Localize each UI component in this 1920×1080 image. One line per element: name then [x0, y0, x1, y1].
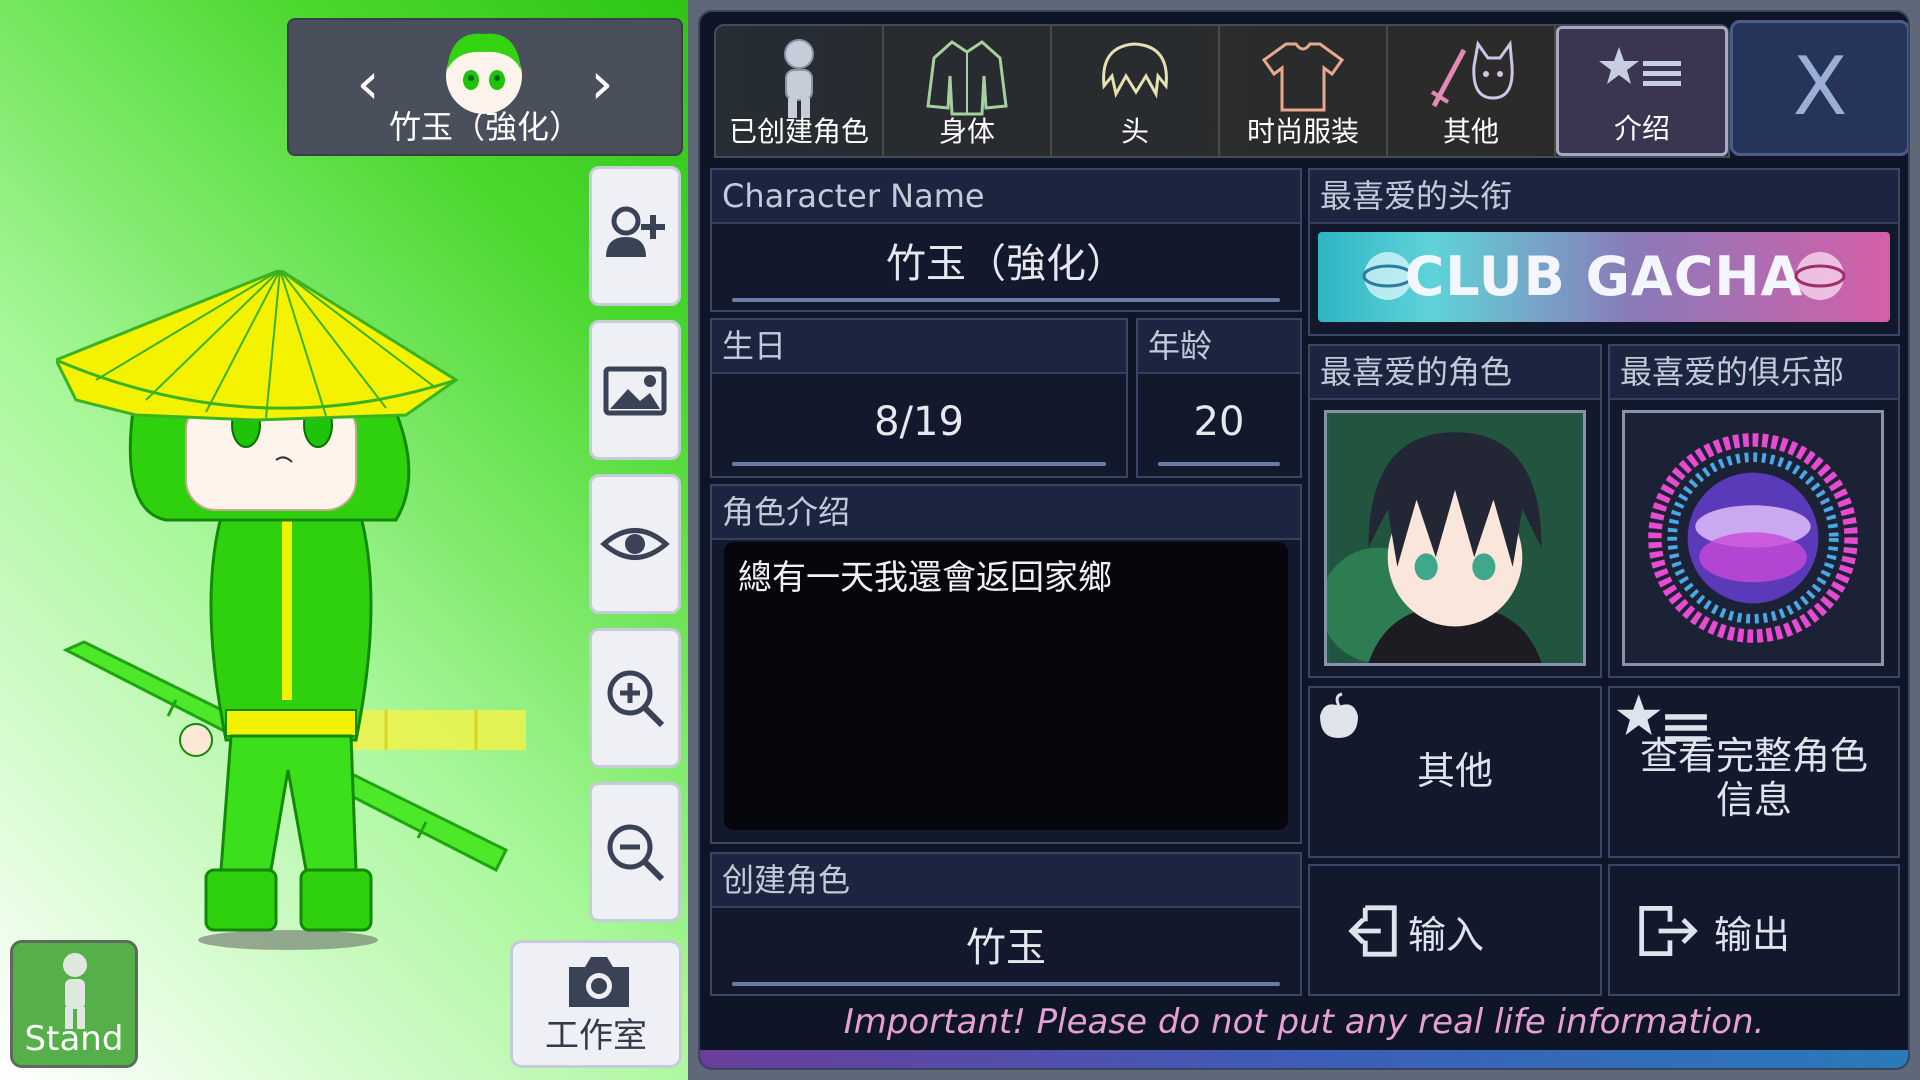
tab-label: 时尚服装 [1246, 115, 1359, 148]
full-info-label: 查看完整角色信息 [1639, 734, 1868, 822]
zoom-in-button[interactable] [589, 628, 681, 768]
close-button[interactable]: X [1730, 20, 1908, 156]
tab-head[interactable]: 头 [1052, 26, 1220, 156]
zoom-out-icon [607, 824, 665, 882]
eye-icon [600, 528, 670, 560]
character-stage: ‹ › 竹玉（強化） Stand 工作室 [0, 0, 688, 1080]
export-icon [1639, 906, 1698, 956]
character-name-input[interactable]: 竹玉（強化） [712, 224, 1300, 304]
tab-other[interactable]: 其他 [1388, 26, 1556, 156]
birthday-underline [732, 462, 1106, 466]
category-tabs: 已创建角色 身体 头 时尚服装 其他 介绍 [714, 24, 1730, 158]
person-icon [784, 39, 814, 118]
character-name-label: Character Name [712, 170, 1300, 224]
favorite-club-label: 最喜爱的俱乐部 [1610, 346, 1898, 400]
stand-pose-button[interactable]: Stand [10, 940, 138, 1068]
birthday-label: 生日 [712, 320, 1126, 374]
character-name-field: Character Name 竹玉（強化） [710, 168, 1302, 312]
favorite-character-portrait[interactable] [1324, 410, 1586, 666]
stand-label: Stand [24, 1019, 124, 1059]
club-emblem[interactable] [1622, 410, 1884, 666]
jacket-icon [926, 40, 1008, 116]
birthday-field: 生日 8/19 [710, 318, 1128, 478]
favorite-character-label: 最喜爱的角色 [1310, 346, 1600, 400]
created-character-label: 创建角色 [712, 854, 1300, 908]
add-character-button[interactable] [589, 166, 681, 306]
other-button[interactable]: 其他 [1308, 686, 1602, 858]
sword-cat-icon [1430, 39, 1514, 108]
profile-panel-inner: 已创建角色 身体 头 时尚服装 其他 介绍 X Character Name 竹… [698, 10, 1910, 1070]
tab-fashion[interactable]: 时尚服装 [1220, 26, 1388, 156]
character-nav-name: 竹玉（強化） [388, 108, 581, 146]
tab-intro[interactable]: 介绍 [1556, 26, 1728, 156]
intro-field: 角色介绍 總有一天我還會返回家鄉 [710, 484, 1302, 844]
intro-textarea[interactable]: 總有一天我還會返回家鄉 [724, 542, 1288, 830]
import-icon [1348, 905, 1397, 957]
favorite-character-field: 最喜爱的角色 [1308, 344, 1602, 678]
tab-label: 其他 [1442, 115, 1499, 148]
import-button[interactable]: 输入 [1308, 864, 1602, 996]
age-underline [1158, 462, 1280, 466]
zoom-out-button[interactable] [589, 782, 681, 922]
other-label: 其他 [1416, 749, 1493, 793]
tab-label: 头 [1120, 115, 1149, 148]
tab-created-characters[interactable]: 已创建角色 [716, 26, 884, 156]
age-label: 年龄 [1138, 320, 1300, 374]
favorite-title-field: 最喜爱的头衔 CLUB GACHA [1308, 168, 1900, 336]
character-preview[interactable] [56, 270, 526, 950]
favorite-title-label: 最喜爱的头衔 [1310, 170, 1898, 224]
studio-label: 工作室 [545, 1016, 647, 1056]
apple-icon [1320, 692, 1358, 738]
import-label: 输入 [1408, 913, 1485, 957]
tab-label: 身体 [938, 115, 995, 148]
camera-icon [569, 957, 629, 1007]
character-name-underline [732, 298, 1280, 302]
tab-body[interactable]: 身体 [884, 26, 1052, 156]
tab-label: 已创建角色 [728, 115, 869, 148]
favorite-club-field: 最喜爱的俱乐部 [1608, 344, 1900, 678]
age-input[interactable]: 20 [1138, 374, 1300, 470]
background-button[interactable] [589, 320, 681, 460]
tab-label: 介绍 [1613, 112, 1670, 145]
gacha-ball-icon [1794, 252, 1846, 300]
hide-ui-button[interactable] [589, 474, 681, 614]
bamboo-hat [56, 270, 459, 422]
created-character-input[interactable]: 竹玉 [712, 908, 1300, 988]
created-character-underline [732, 982, 1280, 986]
image-icon [603, 366, 667, 416]
profile-panel: 已创建角色 身体 头 时尚服装 其他 介绍 X Character Name 竹… [688, 0, 1920, 1080]
age-field: 年龄 20 [1136, 318, 1302, 478]
bottom-accent-bar [700, 1050, 1908, 1068]
full-info-button[interactable]: 查看完整角色信息 [1608, 686, 1900, 858]
studio-button[interactable]: 工作室 [510, 940, 682, 1068]
export-label: 输出 [1714, 913, 1791, 957]
important-notice: Important! Please do not put any real li… [843, 1002, 1765, 1042]
hair-icon [1102, 42, 1168, 99]
character-selector: ‹ › 竹玉（強化） [287, 18, 683, 156]
zoom-in-icon [607, 670, 665, 728]
created-character-field: 创建角色 竹玉 [710, 852, 1302, 996]
shirt-icon [1261, 42, 1345, 112]
add-person-icon [606, 206, 665, 257]
favorite-title-banner[interactable]: CLUB GACHA [1318, 232, 1890, 322]
birthday-input[interactable]: 8/19 [712, 374, 1126, 470]
intro-label: 角色介绍 [712, 486, 1300, 540]
export-button[interactable]: 输出 [1608, 864, 1900, 996]
